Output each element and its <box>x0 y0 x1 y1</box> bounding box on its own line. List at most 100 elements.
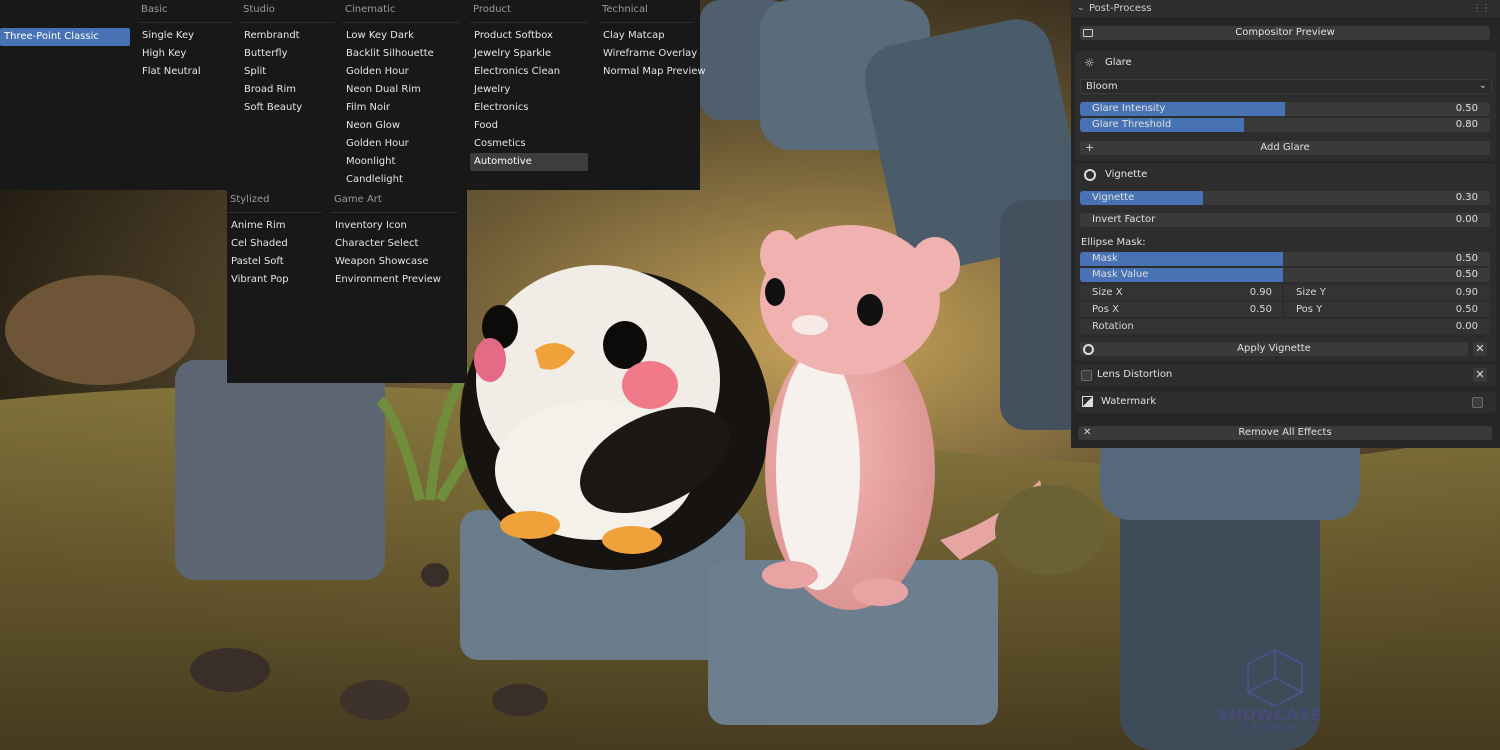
preset-item[interactable]: Clay Matcap <box>599 27 699 45</box>
preset-item[interactable]: Backlit Silhouette <box>342 45 467 63</box>
apply-vignette-button[interactable]: Apply Vignette <box>1080 342 1468 356</box>
preset-item[interactable]: Candlelight <box>342 171 467 189</box>
remove-lens-distortion-close-icon[interactable]: ✕ <box>1473 368 1487 382</box>
preset-item[interactable]: Jewelry Sparkle <box>470 45 595 63</box>
preset-item[interactable]: High Key <box>138 45 238 63</box>
watermark-logo-text: SHOWCASE STUDIO <box>1217 706 1323 734</box>
preset-item[interactable]: Golden Hour <box>342 135 467 153</box>
preset-item[interactable]: Golden Hour <box>342 63 467 81</box>
slider-value: 0.50 <box>1455 269 1478 280</box>
preset-item[interactable]: Cel Shaded <box>227 235 327 253</box>
menu-column-stylized: Stylized Anime Rim Cel Shaded Pastel Sof… <box>227 190 327 289</box>
preset-item[interactable]: Film Noir <box>342 99 467 117</box>
remove-all-label: Remove All Effects <box>1238 427 1332 438</box>
chevron-down-icon[interactable]: ⌄ <box>1077 0 1085 17</box>
mask-slider[interactable]: Mask 0.50 <box>1080 252 1490 266</box>
size-y-field[interactable]: Size Y 0.90 <box>1284 285 1490 300</box>
preset-item[interactable]: Weapon Showcase <box>331 253 466 271</box>
field-value: 0.90 <box>1455 287 1478 298</box>
preset-item[interactable]: Environment Preview <box>331 271 466 289</box>
remove-all-effects-button[interactable]: ✕ Remove All Effects <box>1078 426 1492 440</box>
slider-label: Vignette <box>1092 192 1135 203</box>
preset-item[interactable]: Pastel Soft <box>227 253 327 271</box>
invert-factor-field[interactable]: Invert Factor 0.00 <box>1080 213 1490 227</box>
vignette-title: Vignette <box>1105 169 1148 180</box>
preset-item[interactable]: Broad Rim <box>240 81 340 99</box>
mask-value-slider[interactable]: Mask Value 0.50 <box>1080 268 1490 282</box>
lens-distortion-checkbox[interactable] <box>1081 370 1092 381</box>
preset-item[interactable]: Butterfly <box>240 45 340 63</box>
watermark-checkbox[interactable] <box>1472 397 1483 408</box>
slider-label: Mask Value <box>1092 269 1149 280</box>
preset-three-point-classic[interactable]: Three-Point Classic <box>0 28 130 46</box>
sun-icon: ☼ <box>1084 56 1095 70</box>
slider-value: 0.50 <box>1455 253 1478 264</box>
panel-header[interactable]: ⌄ Post-Process ⋮⋮ <box>1071 0 1500 17</box>
preset-item[interactable]: Normal Map Preview <box>599 63 706 81</box>
field-value: 0.90 <box>1249 287 1272 298</box>
menu-column-header: Product <box>470 0 588 23</box>
preset-item[interactable]: Electronics <box>470 99 595 117</box>
menu-column-header: Studio <box>240 0 335 23</box>
menu-column-main: Three-Point Classic <box>0 0 130 46</box>
preset-item[interactable]: Wireframe Overlay <box>599 45 699 63</box>
field-label: Pos X <box>1092 304 1120 315</box>
preset-item[interactable]: Soft Beauty <box>240 99 340 117</box>
slider-value: 0.80 <box>1455 119 1478 130</box>
preset-item[interactable]: Inventory Icon <box>331 217 466 235</box>
preset-automotive[interactable]: Automotive <box>470 153 588 171</box>
drag-handle-icon[interactable]: ⋮⋮ <box>1472 0 1491 17</box>
slider-label: Glare Threshold <box>1092 119 1172 130</box>
menu-column-basic: Basic Single Key High Key Flat Neutral <box>138 0 238 81</box>
post-process-panel: ⌄ Post-Process ⋮⋮ Compositor Preview ☼ G… <box>1071 0 1500 448</box>
vignette-icon <box>1084 169 1096 181</box>
preset-item[interactable]: Anime Rim <box>227 217 327 235</box>
preset-item[interactable]: Neon Dual Rim <box>342 81 467 99</box>
compositor-preview-button[interactable]: Compositor Preview <box>1080 26 1490 40</box>
watermark-row: Watermark <box>1075 391 1496 413</box>
preset-item[interactable]: Electronics Clean <box>470 63 595 81</box>
field-value: 0.50 <box>1455 304 1478 315</box>
preset-item[interactable]: Moonlight <box>342 153 467 171</box>
glare-type-dropdown[interactable]: Bloom ⌄ <box>1080 79 1492 94</box>
glare-intensity-slider[interactable]: Glare Intensity 0.50 <box>1080 102 1490 116</box>
slider-label: Glare Intensity <box>1092 103 1166 114</box>
pos-y-field[interactable]: Pos Y 0.50 <box>1284 302 1490 317</box>
glare-threshold-slider[interactable]: Glare Threshold 0.80 <box>1080 118 1490 132</box>
compositor-preview-label: Compositor Preview <box>1235 27 1335 38</box>
preset-item[interactable]: Split <box>240 63 340 81</box>
field-label: Rotation <box>1092 321 1134 332</box>
menu-column-header: Cinematic <box>342 0 460 23</box>
apply-vignette-label: Apply Vignette <box>1237 343 1311 354</box>
remove-vignette-close-icon[interactable]: ✕ <box>1473 342 1487 356</box>
watermark-label: Watermark <box>1101 396 1157 407</box>
preset-item[interactable]: Low Key Dark <box>342 27 467 45</box>
preset-item[interactable]: Cosmetics <box>470 135 595 153</box>
image-icon <box>1082 396 1093 407</box>
preset-item[interactable]: Rembrandt <box>240 27 340 45</box>
menu-column-header: Stylized <box>227 190 322 213</box>
add-glare-button[interactable]: + Add Glare <box>1080 141 1490 155</box>
preset-item[interactable]: Jewelry <box>470 81 595 99</box>
size-x-field[interactable]: Size X 0.90 <box>1080 285 1282 300</box>
field-value: 0.50 <box>1249 304 1272 315</box>
menu-column-header <box>0 0 123 22</box>
preset-item[interactable]: Vibrant Pop <box>227 271 327 289</box>
menu-column-studio: Studio Rembrandt Butterfly Split Broad R… <box>240 0 340 117</box>
add-glare-label: Add Glare <box>1260 142 1310 153</box>
preset-item[interactable]: Product Softbox <box>470 27 595 45</box>
preset-item[interactable]: Neon Glow <box>342 117 467 135</box>
menu-column-header: Technical <box>599 0 694 23</box>
pos-x-field[interactable]: Pos X 0.50 <box>1080 302 1282 317</box>
preset-item[interactable]: Character Select <box>331 235 466 253</box>
menu-column-header: Basic <box>138 0 233 23</box>
preset-item[interactable]: Single Key <box>138 27 238 45</box>
vignette-slider[interactable]: Vignette 0.30 <box>1080 191 1490 205</box>
field-label: Pos Y <box>1296 304 1323 315</box>
panel-title: Post-Process <box>1089 3 1152 14</box>
preset-item[interactable]: Flat Neutral <box>138 63 238 81</box>
preset-item[interactable]: Food <box>470 117 595 135</box>
menu-column-product: Product Product Softbox Jewelry Sparkle … <box>470 0 595 171</box>
rotation-field[interactable]: Rotation 0.00 <box>1080 319 1490 334</box>
lens-distortion-row: Lens Distortion ✕ <box>1075 364 1496 386</box>
